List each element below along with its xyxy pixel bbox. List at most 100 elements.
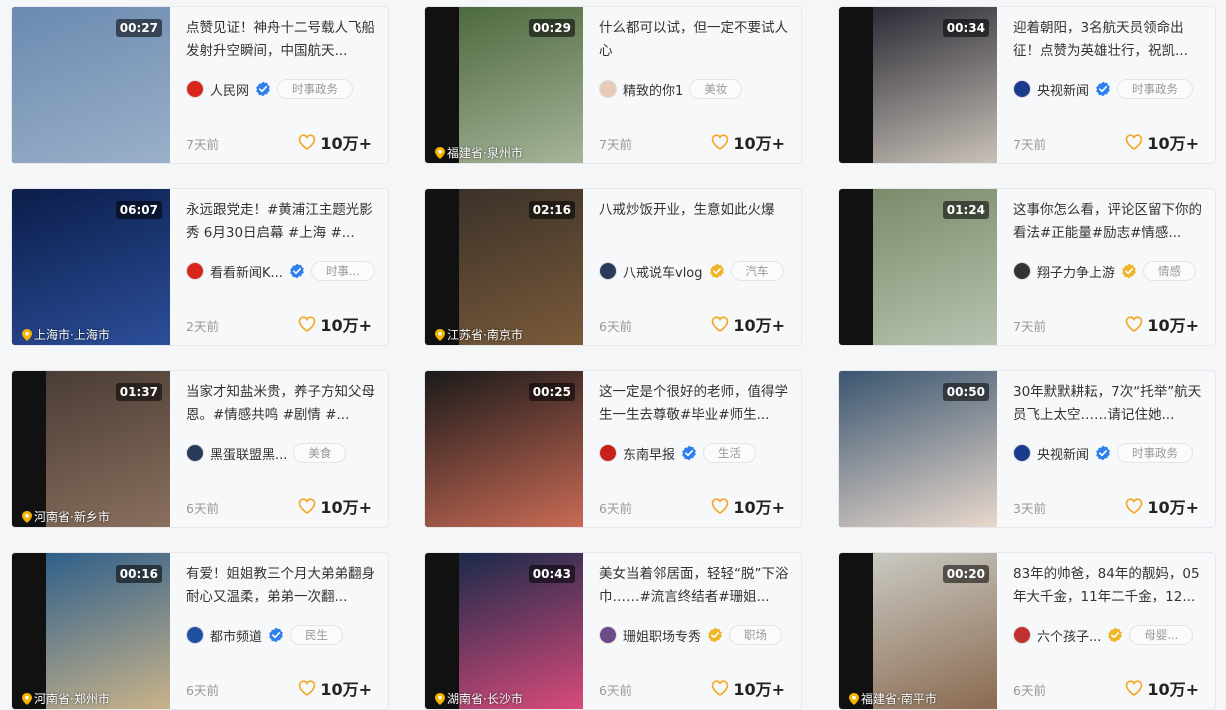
author-row[interactable]: 都市频道 民生 — [186, 625, 344, 645]
like-count-text: 10万+ — [1147, 316, 1199, 335]
video-card[interactable]: 06:07 上海市·上海市 永远跟党走！#黄浦江主题光影秀 6月30日启幕 #上… — [11, 188, 389, 346]
author-name[interactable]: 珊姐职场专秀 — [623, 626, 701, 645]
video-card[interactable]: 00:20 福建省·南平市 83年的帅爸，84年的靓妈，05年大千金，11年二千… — [838, 552, 1216, 710]
location-pin-icon — [435, 692, 445, 705]
author-name[interactable]: 看看新闻K... — [210, 262, 283, 281]
video-thumbnail[interactable]: 00:25 — [425, 371, 583, 527]
video-card[interactable]: 02:16 江苏省·南京市 八戒炒饭开业，生意如此火爆 八戒说车vlog 汽车 … — [424, 188, 802, 346]
author-avatar[interactable] — [599, 444, 617, 462]
video-title[interactable]: 这事你怎么看，评论区留下你的看法#正能量#励志#情感... — [1013, 199, 1203, 245]
category-tag[interactable]: 民生 — [290, 625, 344, 645]
author-row[interactable]: 央视新闻 时事政务 — [1013, 443, 1194, 463]
author-avatar[interactable] — [186, 262, 204, 280]
author-row[interactable]: 东南早报 生活 — [599, 443, 757, 463]
video-card[interactable]: 01:24 这事你怎么看，评论区留下你的看法#正能量#励志#情感... 翔子力争… — [838, 188, 1216, 346]
category-tag[interactable]: 职场 — [729, 625, 783, 645]
author-avatar[interactable] — [599, 80, 617, 98]
video-thumbnail[interactable]: 00:16 河南省·郑州市 — [12, 553, 170, 709]
author-row[interactable]: 精致的你1 美妆 — [599, 79, 743, 99]
category-tag[interactable]: 情感 — [1143, 261, 1197, 281]
category-tag[interactable]: 母婴... — [1129, 625, 1194, 645]
author-row[interactable]: 翔子力争上游 情感 — [1013, 261, 1197, 281]
card-body: 30年默默耕耘，7次“托举”航天员飞上太空……请记住她... 央视新闻 时事政务… — [1013, 381, 1203, 527]
category-tag[interactable]: 汽车 — [730, 261, 784, 281]
author-avatar[interactable] — [599, 262, 617, 280]
video-title[interactable]: 30年默默耕耘，7次“托举”航天员飞上太空……请记住她... — [1013, 381, 1203, 427]
video-card[interactable]: 00:16 河南省·郑州市 有爱！姐姐教三个月大弟弟翻身耐心又温柔，弟弟一次翻.… — [11, 552, 389, 710]
video-title[interactable]: 八戒炒饭开业，生意如此火爆 — [599, 199, 789, 245]
author-name[interactable]: 央视新闻 — [1037, 444, 1089, 463]
video-thumbnail[interactable]: 01:37 河南省·新乡市 — [12, 371, 170, 527]
category-tag[interactable]: 美妆 — [689, 79, 743, 99]
author-name[interactable]: 八戒说车vlog — [623, 262, 703, 281]
video-thumbnail[interactable]: 00:20 福建省·南平市 — [839, 553, 997, 709]
verified-badge-icon — [269, 627, 283, 643]
video-card[interactable]: 00:25 这一定是个很好的老师，值得学生一生去尊敬#毕业#师生... 东南早报… — [424, 370, 802, 528]
author-avatar[interactable] — [1013, 444, 1031, 462]
author-name[interactable]: 翔子力争上游 — [1037, 262, 1115, 281]
author-row[interactable]: 黑蛋联盟黑... 美食 — [186, 443, 347, 463]
author-avatar[interactable] — [1013, 80, 1031, 98]
video-title[interactable]: 有爱！姐姐教三个月大弟弟翻身耐心又温柔，弟弟一次翻... — [186, 563, 376, 609]
video-title[interactable]: 这一定是个很好的老师，值得学生一生去尊敬#毕业#师生... — [599, 381, 789, 427]
author-name[interactable]: 东南早报 — [623, 444, 675, 463]
author-avatar[interactable] — [186, 444, 204, 462]
video-card[interactable]: 00:34 迎着朝阳，3名航天员领命出征！点赞为英雄壮行，祝凯... 央视新闻 … — [838, 6, 1216, 164]
author-name[interactable]: 黑蛋联盟黑... — [210, 444, 287, 463]
category-tag[interactable]: 时事政务 — [1117, 79, 1194, 99]
video-thumbnail[interactable]: 00:50 — [839, 371, 997, 527]
author-avatar[interactable] — [186, 80, 204, 98]
author-name[interactable]: 精致的你1 — [623, 80, 683, 99]
author-row[interactable]: 珊姐职场专秀 职场 — [599, 625, 783, 645]
verified-badge-icon — [1122, 263, 1136, 279]
publish-time: 7天前 — [186, 137, 219, 152]
author-avatar[interactable] — [1013, 626, 1031, 644]
author-name[interactable]: 都市频道 — [210, 626, 262, 645]
author-avatar[interactable] — [186, 626, 204, 644]
video-card[interactable]: 00:27 点赞见证！神舟十二号载人飞船发射升空瞬间，中国航天... 人民网 时… — [11, 6, 389, 164]
category-tag[interactable]: 时事政务 — [277, 79, 354, 99]
video-thumbnail[interactable]: 00:43 湖南省·长沙市 — [425, 553, 583, 709]
author-row[interactable]: 看看新闻K... 时事... — [186, 261, 375, 281]
video-duration: 00:29 — [528, 19, 575, 37]
like-count-text: 10万+ — [320, 316, 372, 335]
video-title[interactable]: 83年的帅爸，84年的靓妈，05年大千金，11年二千金，12... — [1013, 563, 1203, 609]
video-thumbnail[interactable]: 01:24 — [839, 189, 997, 345]
video-title[interactable]: 当家才知盐米贵，养子方知父母恩。#情感共鸣 #剧情 #... — [186, 381, 376, 427]
video-thumbnail[interactable]: 00:29 福建省·泉州市 — [425, 7, 583, 163]
video-thumbnail[interactable]: 00:34 — [839, 7, 997, 163]
video-thumbnail[interactable]: 02:16 江苏省·南京市 — [425, 189, 583, 345]
author-row[interactable]: 六个孩子... 母婴... — [1013, 625, 1194, 645]
category-tag[interactable]: 生活 — [703, 443, 757, 463]
author-row[interactable]: 人民网 时事政务 — [186, 79, 354, 99]
video-title[interactable]: 美女当着邻居面，轻轻“脱”下浴巾……#流言终结者#珊姐... — [599, 563, 789, 609]
video-card[interactable]: 00:50 30年默默耕耘，7次“托举”航天员飞上太空……请记住她... 央视新… — [838, 370, 1216, 528]
author-row[interactable]: 央视新闻 时事政务 — [1013, 79, 1194, 99]
like-count-text: 10万+ — [1147, 134, 1199, 153]
video-location: 河南省·郑州市 — [22, 690, 110, 707]
author-name[interactable]: 央视新闻 — [1037, 80, 1089, 99]
heart-icon — [1126, 316, 1143, 332]
author-avatar[interactable] — [1013, 262, 1031, 280]
video-card[interactable]: 01:37 河南省·新乡市 当家才知盐米贵，养子方知父母恩。#情感共鸣 #剧情 … — [11, 370, 389, 528]
category-tag[interactable]: 美食 — [293, 443, 347, 463]
heart-icon — [299, 498, 316, 514]
heart-icon — [712, 316, 729, 332]
author-name[interactable]: 人民网 — [210, 80, 249, 99]
category-tag[interactable]: 时事政务 — [1117, 443, 1194, 463]
author-name[interactable]: 六个孩子... — [1037, 626, 1101, 645]
video-title[interactable]: 点赞见证！神舟十二号载人飞船发射升空瞬间，中国航天... — [186, 17, 376, 63]
like-count: 10万+ — [298, 130, 372, 154]
publish-time: 7天前 — [599, 137, 632, 152]
video-title[interactable]: 迎着朝阳，3名航天员领命出征！点赞为英雄壮行，祝凯... — [1013, 17, 1203, 63]
video-thumbnail[interactable]: 00:27 — [12, 7, 170, 163]
author-avatar[interactable] — [599, 626, 617, 644]
video-location: 江苏省·南京市 — [435, 326, 523, 343]
video-card[interactable]: 00:29 福建省·泉州市 什么都可以试，但一定不要试人心 精致的你1 美妆 7… — [424, 6, 802, 164]
video-title[interactable]: 什么都可以试，但一定不要试人心 — [599, 17, 789, 63]
video-card[interactable]: 00:43 湖南省·长沙市 美女当着邻居面，轻轻“脱”下浴巾……#流言终结者#珊… — [424, 552, 802, 710]
category-tag[interactable]: 时事... — [310, 261, 375, 281]
video-thumbnail[interactable]: 06:07 上海市·上海市 — [12, 189, 170, 345]
author-row[interactable]: 八戒说车vlog 汽车 — [599, 261, 784, 281]
video-title[interactable]: 永远跟党走！#黄浦江主题光影秀 6月30日启幕 #上海 #... — [186, 199, 376, 245]
